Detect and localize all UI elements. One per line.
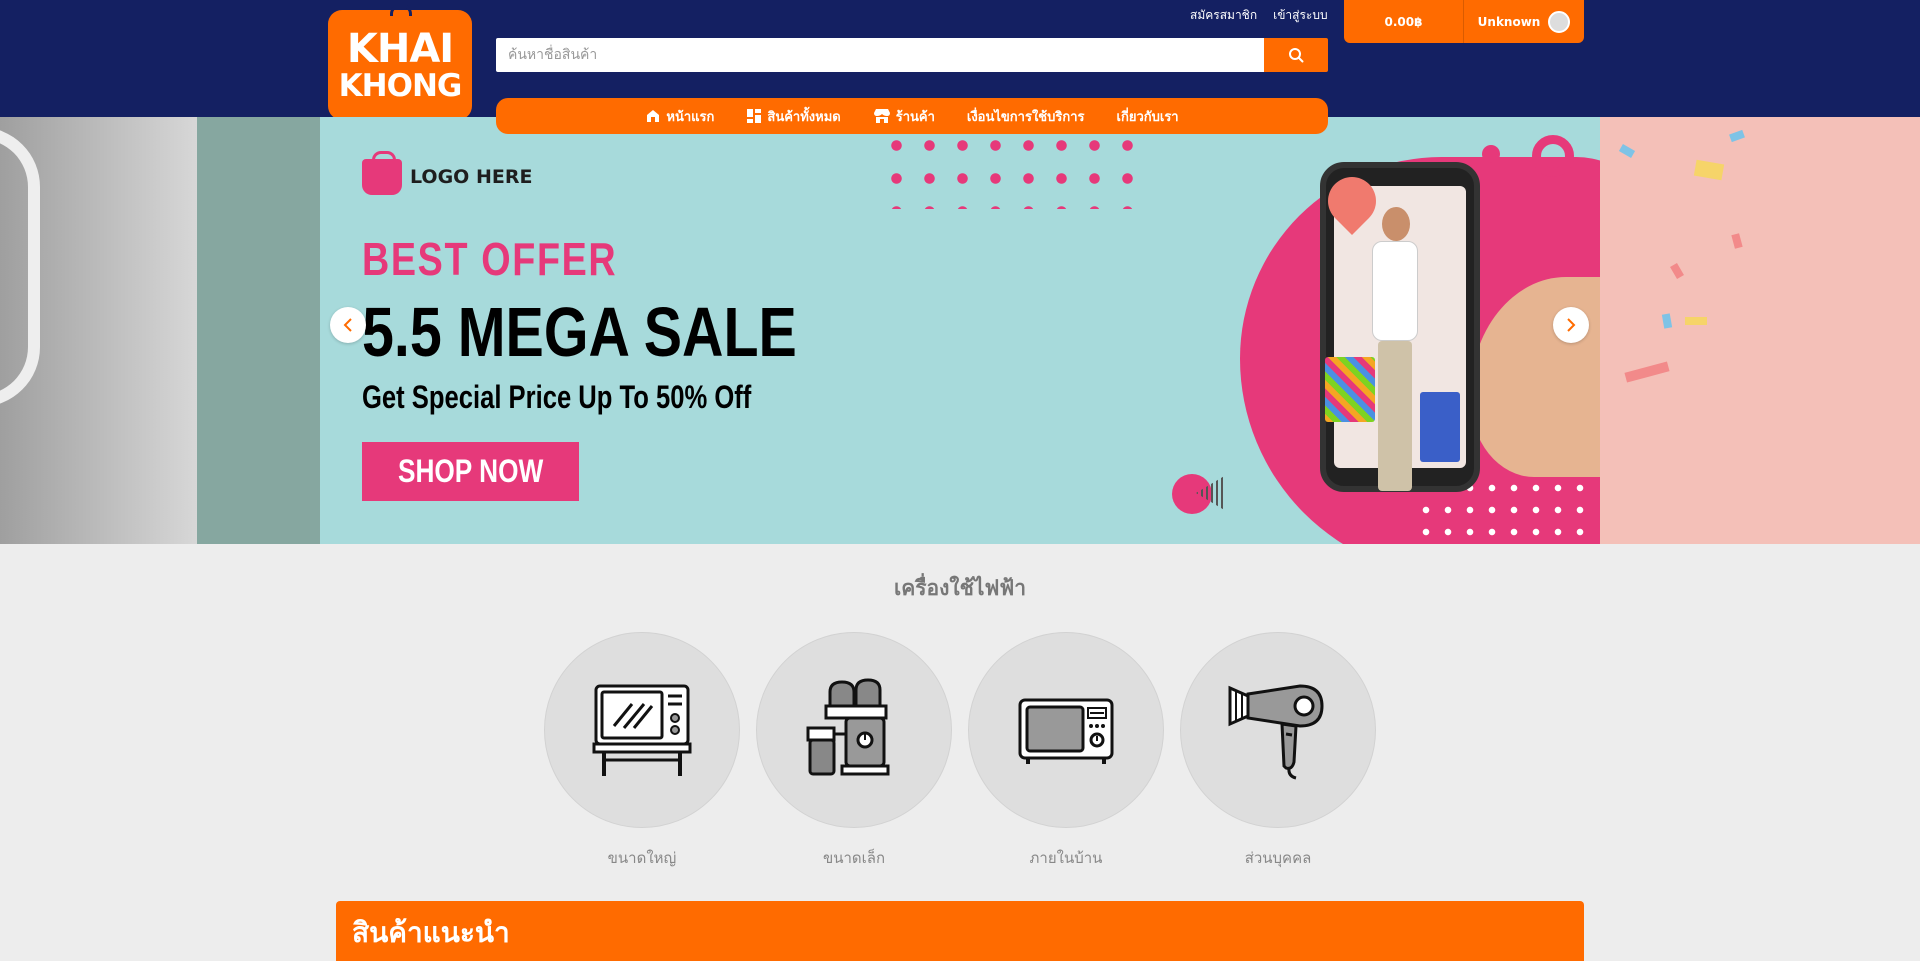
main-nav: หน้าแรก สินค้าทั้งหมด ร้านค้า เงื่อนไขกา… — [496, 98, 1328, 134]
grid-icon — [747, 109, 762, 123]
category-circle[interactable] — [1180, 632, 1376, 828]
logo-line-2: KHONG — [338, 67, 463, 104]
nav-item-home[interactable]: หน้าแรก — [645, 106, 714, 127]
nav-item-stores[interactable]: ร้านค้า — [873, 106, 935, 127]
decorative-dots — [880, 129, 1140, 209]
avatar[interactable] — [1548, 10, 1571, 33]
recommended-title: สินค้าแนะนำ — [352, 916, 510, 949]
search-icon — [1289, 48, 1304, 63]
carousel-next-button[interactable] — [1553, 307, 1589, 343]
nav-item-label: ร้านค้า — [895, 109, 935, 125]
microwave-icon — [1018, 698, 1114, 764]
confetti — [1685, 317, 1707, 325]
shopper-head — [1382, 207, 1410, 241]
category-large-appliances[interactable]: ขนาดใหญ่ — [544, 632, 740, 870]
carousel-prev-slide — [0, 117, 197, 544]
cart-user-box: 0.00฿ Unknown — [1344, 0, 1584, 43]
register-link[interactable]: สมัครสมาชิก — [1190, 6, 1257, 25]
hair-dryer-icon — [1228, 684, 1324, 780]
category-list: ขนาดใหญ่ ขนาดเล็ก ภายในบ้าน ส่วนบุคคล — [544, 632, 1376, 870]
confetti — [1670, 262, 1684, 280]
user-menu[interactable]: Unknown — [1464, 0, 1584, 43]
decorative-ring — [1532, 135, 1574, 177]
confetti — [1618, 144, 1636, 158]
shop-now-label: SHOP NOW — [397, 453, 544, 489]
home-icon — [647, 110, 660, 122]
category-circle[interactable] — [968, 632, 1164, 828]
search-input[interactable] — [496, 38, 1264, 72]
nav-item-label: เงื่อนไขการใช้บริการ — [966, 109, 1085, 125]
recommended-products-header: สินค้าแนะนำ — [336, 901, 1584, 961]
category-section-title: เครื่องใช้ไฟฟ้า — [894, 576, 1026, 600]
carousel-prev-button[interactable] — [330, 307, 366, 343]
shopping-bag-image — [1420, 392, 1460, 462]
confetti — [1661, 313, 1673, 329]
nav-item-all-products[interactable]: สินค้าทั้งหมด — [746, 106, 841, 127]
account-links: สมัครสมาชิก เข้าสู่ระบบ — [1190, 6, 1328, 25]
shopper-legs — [1378, 341, 1412, 491]
login-link[interactable]: เข้าสู่ระบบ — [1273, 6, 1328, 25]
logo-bag-handle — [390, 4, 412, 16]
nav-item-label: สินค้าทั้งหมด — [767, 109, 841, 125]
site-logo[interactable]: KHAI KHONG — [322, 4, 478, 126]
carousel-prev-slide-edge — [197, 117, 320, 544]
nav-item-terms[interactable]: เงื่อนไขการใช้บริการ — [967, 106, 1085, 127]
chevron-left-icon — [343, 318, 352, 332]
hero-carousel[interactable]: LOGO HERE BEST OFFER 5.5 MEGA SALE Get S… — [0, 117, 1920, 544]
confetti — [1729, 129, 1745, 143]
carousel-active-slide[interactable]: LOGO HERE BEST OFFER 5.5 MEGA SALE Get S… — [320, 117, 1600, 544]
user-name: Unknown — [1477, 14, 1541, 29]
carousel-next-slide: H FA — [1600, 117, 1920, 544]
confetti — [1731, 233, 1743, 249]
search-button[interactable] — [1264, 38, 1328, 72]
confetti — [1693, 159, 1725, 181]
logo-line-1: KHAI — [346, 25, 454, 72]
category-circle[interactable] — [544, 632, 740, 828]
store-icon — [873, 109, 890, 123]
shopping-bag-icon — [362, 151, 402, 195]
banner-headline-big: 5.5 MEGA SALE — [362, 293, 797, 371]
shop-now-button[interactable]: SHOP NOW — [362, 442, 579, 501]
category-personal-appliances[interactable]: ส่วนบุคคล — [1180, 632, 1376, 870]
category-label: ภายในบ้าน — [1029, 849, 1103, 867]
headphone-image — [0, 127, 40, 407]
category-label: ส่วนบุคคล — [1244, 849, 1312, 867]
banner-subline: Get Special Price Up To 50% Off — [362, 379, 752, 415]
nav-item-label: เกี่ยวกับเรา — [1116, 109, 1179, 125]
banner-headline-small: BEST OFFER — [362, 233, 618, 285]
category-home-appliances[interactable]: ภายในบ้าน — [968, 632, 1164, 870]
shopper-body — [1372, 241, 1418, 341]
logo-badge: KHAI KHONG — [328, 4, 472, 120]
category-small-appliances[interactable]: ขนาดเล็ก — [756, 632, 952, 870]
banner-logo-text: LOGO HERE — [410, 166, 533, 188]
microwave-stand-icon — [592, 684, 692, 776]
cart-amount[interactable]: 0.00฿ — [1344, 0, 1464, 43]
decorative-dot — [1482, 145, 1500, 163]
banner-logo: LOGO HERE — [362, 151, 533, 195]
category-label: ขนาดใหญ่ — [607, 849, 677, 867]
nav-item-about[interactable]: เกี่ยวกับเรา — [1117, 106, 1179, 127]
category-circle[interactable] — [756, 632, 952, 828]
category-label: ขนาดเล็ก — [822, 849, 886, 867]
toaster-blender-icon — [806, 678, 890, 776]
confetti — [1624, 361, 1670, 383]
search-bar — [496, 38, 1328, 72]
chevron-right-icon — [1567, 318, 1576, 332]
shopping-bag-image — [1325, 357, 1375, 422]
nav-item-label: หน้าแรก — [666, 109, 715, 125]
